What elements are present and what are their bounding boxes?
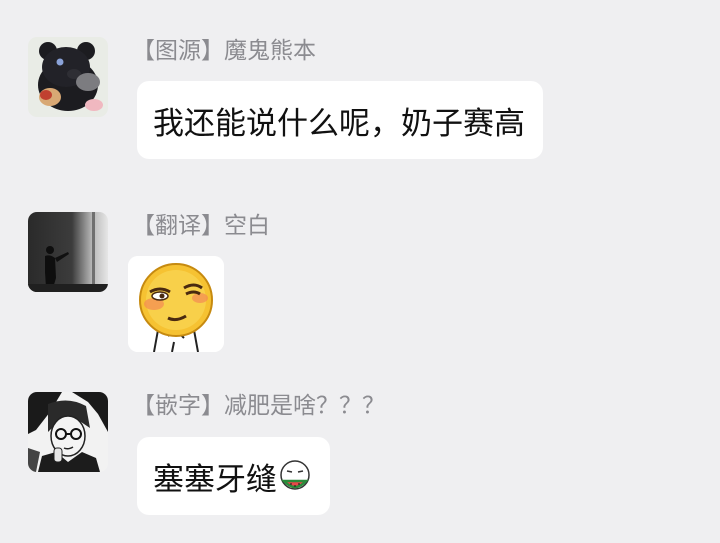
sender-name: 【嵌字】减肥是啥？？？ [132,393,385,419]
message-bubble[interactable]: 我还能说什么呢，奶子赛高 [137,81,543,159]
manga-glasses-character-avatar-icon[interactable] [28,392,108,472]
chat-window: 【图源】魔鬼熊本 我还能说什么呢，奶子赛高 【翻译】空白 【嵌字】减肥是啥？？？… [0,0,720,543]
eating-watermelon-emoji-icon [278,459,312,493]
squinting-smiley-sticker-icon[interactable] [128,256,224,352]
sender-name: 【翻译】空白 [132,213,270,239]
dark-room-figure-avatar-icon[interactable] [28,212,108,292]
message-text: 我还能说什么呢，奶子赛高 [153,105,525,142]
black-bear-avatar-icon[interactable] [28,37,108,117]
message-text: 塞塞牙缝 [153,461,277,498]
message-bubble[interactable]: 塞塞牙缝 [137,437,330,515]
sender-name: 【图源】魔鬼熊本 [132,38,316,64]
